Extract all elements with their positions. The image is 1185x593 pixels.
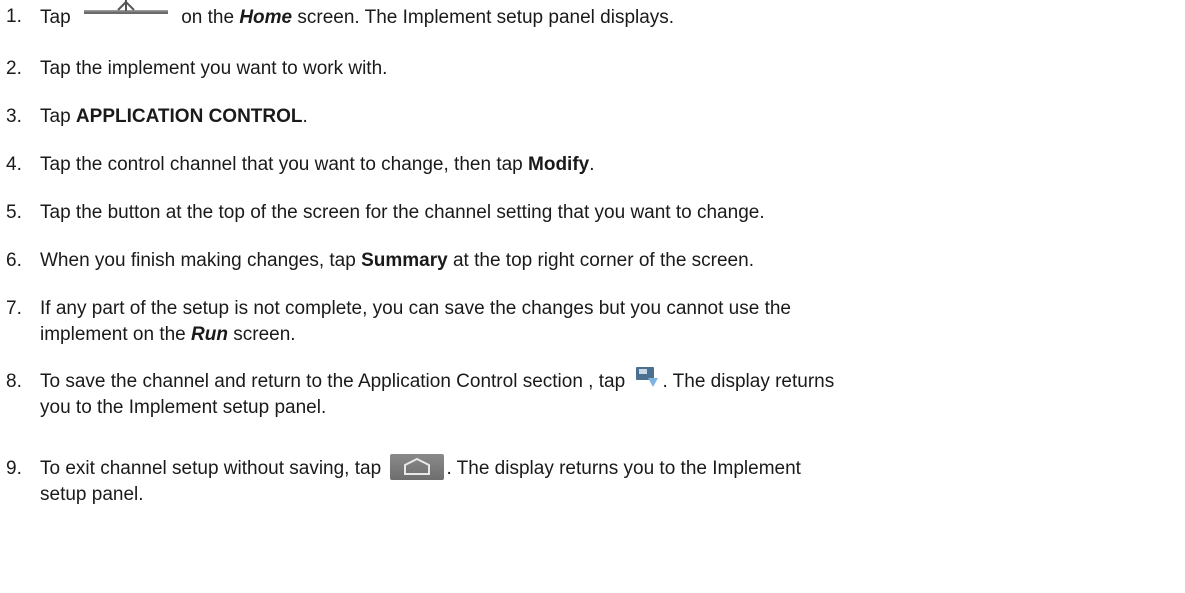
ui-label: Summary bbox=[361, 250, 448, 271]
step-text-line-2: implement on the Run screen. bbox=[40, 324, 296, 345]
step-text-line-2: you to the Implement setup panel. bbox=[40, 397, 327, 418]
screen-name: Run bbox=[191, 324, 228, 345]
step-text: Tap the implement you want to work with. bbox=[40, 58, 388, 79]
step-text-line-1: If any part of the setup is not complete… bbox=[40, 298, 791, 319]
save-return-icon bbox=[634, 366, 660, 390]
step-text: Tap on the Home screen. The Implement se… bbox=[40, 0, 674, 29]
step-text-line-2: setup panel. bbox=[40, 484, 144, 506]
screen-name: Home bbox=[239, 7, 293, 29]
ui-label: Modify bbox=[528, 154, 590, 175]
step-number: 9. bbox=[6, 458, 22, 479]
step-number: 4. bbox=[6, 154, 22, 175]
step-number: 6. bbox=[6, 250, 22, 271]
step-number: 3. bbox=[6, 106, 22, 127]
step-text-line-1: To exit channel setup without saving, ta… bbox=[40, 454, 1180, 482]
step-text: Tap the button at the top of the screen … bbox=[40, 202, 765, 223]
step-number: 5. bbox=[6, 202, 22, 223]
step-number: 7. bbox=[6, 298, 22, 319]
step-text: Tap APPLICATION CONTROL. bbox=[40, 106, 308, 127]
home-button-icon bbox=[390, 454, 445, 480]
step-text: When you finish making changes, tap Summ… bbox=[40, 250, 754, 271]
step-number: 8. bbox=[6, 371, 22, 392]
step-text-line-1: To save the channel and return to the Ap… bbox=[40, 366, 1180, 395]
step-text: Tap the control channel that you want to… bbox=[40, 154, 595, 175]
step-number: 1. bbox=[6, 6, 22, 27]
implement-boom-icon bbox=[82, 0, 170, 22]
ui-label: APPLICATION CONTROL bbox=[75, 106, 303, 127]
step-number: 2. bbox=[6, 58, 22, 79]
